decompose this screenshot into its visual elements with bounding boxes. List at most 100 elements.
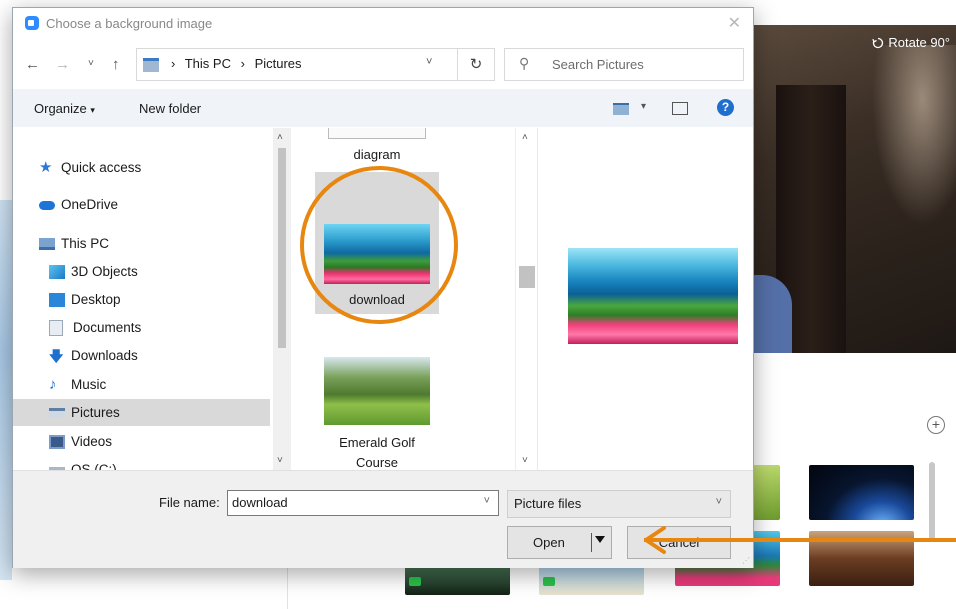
close-button[interactable]: ✕ [728,13,741,33]
video-camera-icon [543,577,555,586]
scroll-down-icon[interactable]: ˅ [522,455,528,466]
background-app-blue-panel [0,200,12,580]
open-button[interactable]: Open [507,526,612,559]
search-placeholder: Search Pictures [552,57,644,72]
back-arrow-icon: ← [25,56,40,73]
nav-item-os-c[interactable]: OS (C:) [49,456,273,470]
breadcrumb-separator-icon: › [240,56,245,71]
open-dropdown-arrow-icon[interactable] [595,536,605,543]
nav-label: OneDrive [61,197,119,212]
search-icon: ⚲ [519,55,530,71]
nav-label: Music [71,377,107,392]
dialog-titlebar: Choose a background image ✕ [13,8,753,40]
search-box[interactable]: ⚲ Search Pictures [504,48,744,81]
nav-item-3d-objects[interactable]: 3D Objects [49,258,273,285]
forward-button[interactable]: → [55,56,70,73]
nav-item-pictures[interactable]: Pictures [13,399,270,426]
address-dropdown-icon[interactable]: ˅ [426,56,432,68]
desktop-folder-icon [49,292,65,307]
dropdown-triangle-icon: ▾ [90,105,95,115]
nav-label: Videos [71,434,113,449]
change-view-icon[interactable] [613,103,629,115]
navigation-pane: ★ Quick access OneDrive This PC 3D Objec… [13,128,273,470]
file-name: Emerald Golf Course [339,435,415,470]
scroll-up-icon[interactable]: ˄ [522,132,528,143]
breadcrumb-pictures[interactable]: Pictures [255,56,302,71]
address-bar[interactable]: › This PC › Pictures ˅ [136,48,458,81]
nav-label: Quick access [61,160,142,175]
chevron-down-icon[interactable]: ˅ [484,495,490,507]
organize-label: Organize [34,101,87,116]
close-icon: ✕ [727,15,741,32]
preview-pane-icon[interactable] [672,102,688,115]
up-button[interactable]: ↑ [112,56,120,73]
file-item-emerald-golf-course[interactable]: Emerald Golf Course [315,353,439,470]
pictures-folder-icon [143,58,159,72]
new-folder-button[interactable]: New folder [139,101,201,116]
rotate-button[interactable]: Rotate 90° [872,35,950,50]
video-light-area [872,45,956,225]
diagram-thumbnail [328,128,426,139]
refresh-icon: ↻ [469,56,483,73]
nav-item-videos[interactable]: Videos [49,428,273,455]
dialog-toolbar: Organize ▾ New folder ▾ ? [13,89,753,127]
breadcrumb-this-pc[interactable]: This PC [185,56,231,71]
split-button-divider [591,533,592,552]
nav-item-quick-access[interactable]: ★ Quick access [39,154,273,181]
nav-label: Pictures [71,405,120,420]
background-thumb-forest-video[interactable] [405,565,510,595]
chevron-down-icon: ˅ [715,496,722,508]
file-type-select[interactable]: Picture files ˅ [507,490,731,518]
rotate-label: Rotate 90° [888,35,950,50]
background-thumb-earth[interactable] [809,465,914,520]
cube-icon [49,264,65,279]
file-name: diagram [353,147,401,162]
breadcrumb-separator-icon: › [171,56,176,71]
nav-label: Downloads [71,348,138,363]
video-person-shape [752,275,792,353]
scrollbar-thumb[interactable] [519,266,535,288]
nav-item-desktop[interactable]: Desktop [49,286,273,313]
nav-label: Desktop [71,292,121,307]
organize-menu-button[interactable]: Organize ▾ [34,101,95,116]
navigation-pane-scrollbar[interactable]: ˄ ˅ [273,128,291,470]
download-arrow-icon: 🡇 [49,347,64,364]
cloud-icon [39,201,55,210]
plus-icon: + [931,416,941,432]
video-icon [49,434,65,449]
file-name-input[interactable]: download ˅ [227,490,499,516]
highlight-circle-annotation [300,166,458,324]
zoom-app-icon [25,16,39,30]
nav-label: Documents [73,320,142,335]
music-note-icon: ♪ [49,375,57,393]
back-button[interactable]: ← [25,56,40,73]
scroll-down-icon[interactable]: ˅ [277,455,283,466]
file-name-value: download [232,495,288,510]
rotate-icon [872,37,884,48]
help-icon[interactable]: ? [717,99,734,116]
file-list-scrollbar[interactable]: ˄ ˅ [515,128,536,470]
scrollbar-thumb[interactable] [278,148,286,348]
nav-label: This PC [61,236,110,251]
preview-pane [537,128,754,470]
nav-item-documents[interactable]: Documents [49,314,273,341]
add-background-button[interactable]: + [927,416,945,434]
nav-item-onedrive[interactable]: OneDrive [39,191,273,218]
file-name-label: File name: [159,495,220,510]
scroll-up-icon[interactable]: ˄ [277,132,283,143]
navigation-row: ← → ˅ ↑ › This PC › Pictures ˅ ↻ ⚲ Searc… [13,48,753,82]
nav-item-music[interactable]: ♪ Music [49,371,273,398]
file-item-diagram[interactable]: diagram [315,128,439,168]
nav-item-this-pc[interactable]: This PC [39,230,273,257]
dialog-title: Choose a background image [46,16,213,31]
nav-label: OS (C:) [71,462,117,470]
nav-item-downloads[interactable]: 🡇 Downloads [49,342,273,369]
background-app-edge [0,0,12,609]
preview-image [568,248,738,344]
view-options-dropdown-icon[interactable]: ▾ [641,101,646,112]
file-type-value: Picture files [514,496,582,511]
computer-icon [39,237,55,250]
refresh-button[interactable]: ↻ [458,48,495,81]
background-thumb-palm-video[interactable] [539,565,644,595]
recent-locations-button[interactable]: ˅ [88,58,94,69]
